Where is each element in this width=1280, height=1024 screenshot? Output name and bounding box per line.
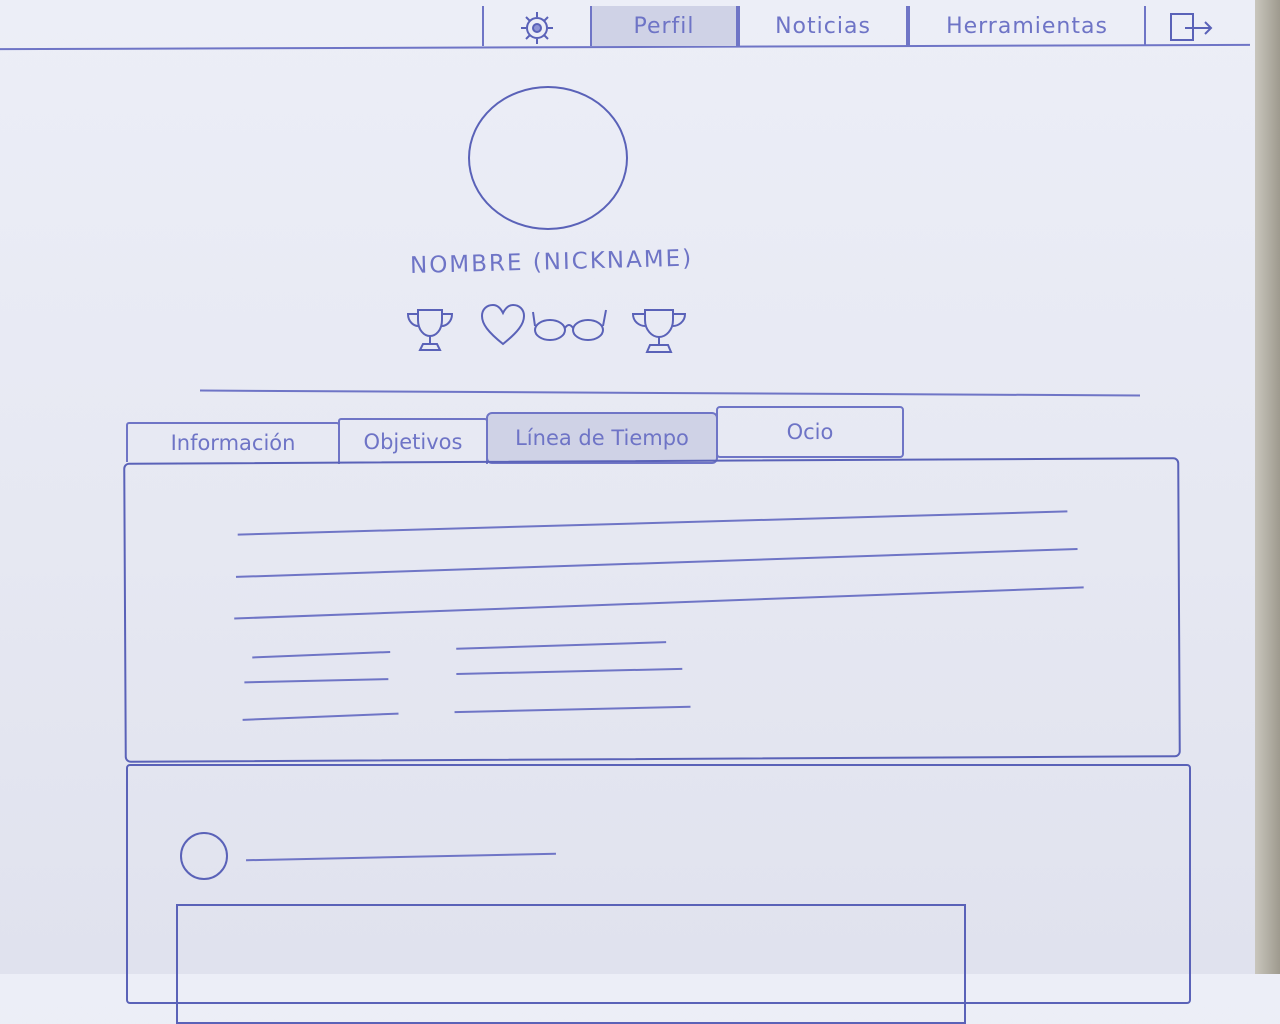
tab-ocio[interactable]: Ocio [716,406,904,458]
placeholder-value-line [454,705,691,714]
nav-item-label: Perfil [633,13,695,39]
trophy-icon [406,309,454,351]
profile-username: NOMBRE (NICKNAME) [409,245,694,279]
timeline-post-card [126,764,1191,1024]
nav-item-herramientas[interactable]: Herramientas [908,6,1146,46]
nav-item-label: Herramientas [946,13,1108,39]
badge-row [400,300,710,360]
tab-informacion[interactable]: Información [126,422,340,462]
post-content-box [176,904,966,1024]
tab-linea-de-tiempo[interactable]: Línea de Tiempo [486,412,718,464]
tab-label: Línea de Tiempo [515,426,689,450]
gear-icon [521,12,553,44]
settings-button[interactable] [482,6,592,46]
placeholder-label-line [244,678,389,684]
nav-item-perfil[interactable]: Perfil [590,6,738,46]
nav-item-noticias[interactable]: Noticias [738,6,908,46]
trophy-icon [631,309,687,353]
paper-edge [1255,0,1280,974]
tabs-top-line [200,389,1140,397]
placeholder-label-line [242,712,399,721]
nav-item-label: Noticias [775,13,871,39]
tab-content-panel [123,457,1181,763]
placeholder-label-line [252,650,391,659]
glasses-icon [532,309,607,341]
placeholder-text-line [237,510,1068,536]
placeholder-value-line [456,667,683,675]
post-author-line [246,852,556,862]
profile-avatar[interactable] [468,86,628,230]
placeholder-text-line [235,548,1078,578]
heart-icon [480,303,526,346]
placeholder-value-line [456,641,667,650]
tab-label: Objetivos [363,430,463,454]
tab-label: Ocio [786,420,834,444]
post-author-avatar[interactable] [180,832,228,880]
placeholder-text-line [234,586,1084,620]
logout-button[interactable] [1144,6,1236,46]
logout-icon [1170,13,1213,41]
tab-label: Información [170,431,296,455]
tab-objetivos[interactable]: Objetivos [338,418,488,464]
